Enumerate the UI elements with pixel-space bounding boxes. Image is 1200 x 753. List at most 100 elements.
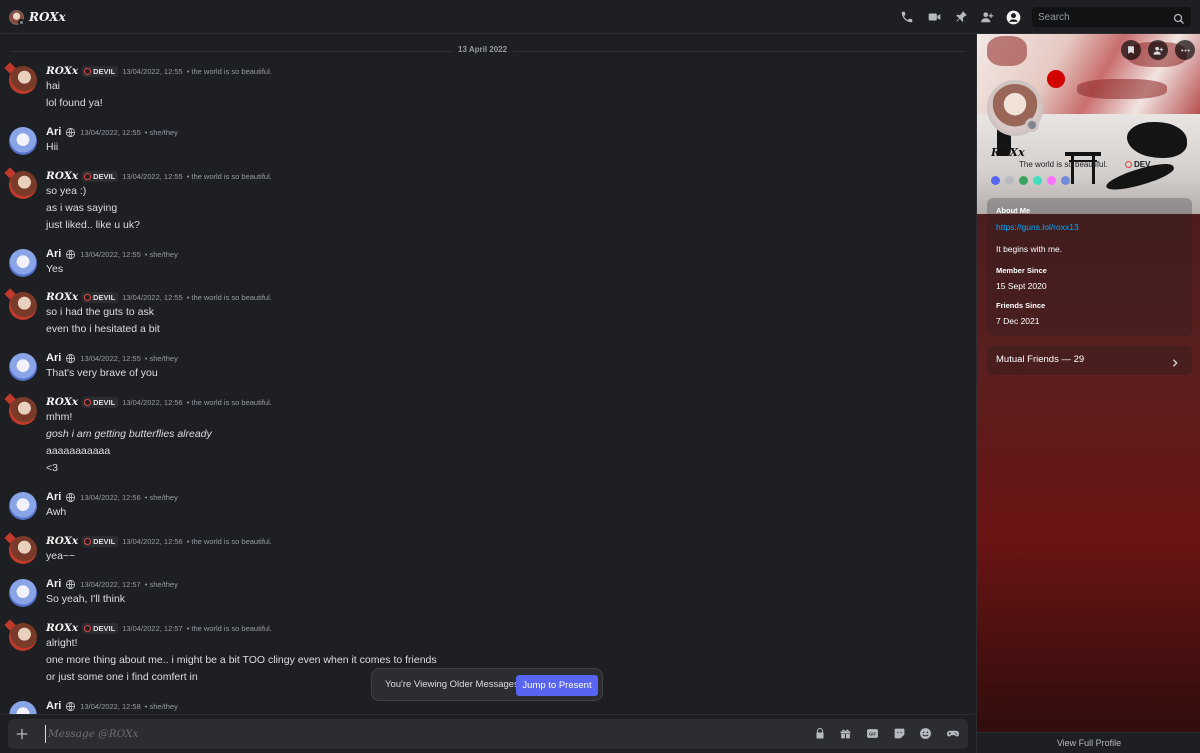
about-me-link[interactable]: https://guns.lol/roxx13 (996, 222, 1079, 232)
tag-icon (1125, 161, 1132, 168)
boost-badge-icon[interactable] (1047, 176, 1056, 185)
avatar[interactable] (9, 249, 37, 277)
more-options-icon[interactable] (1175, 40, 1195, 60)
username[interactable]: Ari (46, 352, 61, 364)
globe-icon (65, 701, 76, 712)
timestamp: 13/04/2022, 12:56 (122, 397, 183, 407)
message-input[interactable] (45, 725, 605, 743)
timestamp: 13/04/2022, 12:57 (80, 579, 141, 589)
svg-text:GIF: GIF (869, 731, 877, 736)
view-full-profile-link[interactable]: View Full Profile (977, 732, 1200, 753)
username[interactable]: ROXx (46, 535, 78, 547)
avatar[interactable] (9, 492, 37, 520)
nitro-badge-icon[interactable] (991, 176, 1000, 185)
user-status-note: • she/they (144, 127, 178, 137)
date-divider: 13 April 2022 (452, 45, 514, 54)
jump-to-present-button[interactable]: Jump to Present (516, 675, 598, 696)
profile-server-tag[interactable]: DEV (1125, 160, 1150, 169)
server-tag[interactable]: DEVIL (82, 622, 119, 634)
username[interactable]: ROXx (46, 291, 78, 303)
timestamp: 13/04/2022, 12:55 (122, 171, 183, 181)
profile-username: ROXx (991, 146, 1025, 159)
timestamp: 13/04/2022, 12:56 (80, 492, 141, 502)
server-tag[interactable]: DEVIL (82, 291, 119, 303)
profile-badges (991, 176, 1070, 185)
search-input[interactable] (1032, 7, 1168, 27)
add-friends-icon[interactable] (979, 9, 995, 25)
timestamp: 13/04/2022, 12:55 (80, 249, 141, 259)
search-box[interactable] (1032, 7, 1191, 27)
username[interactable]: ROXx (46, 170, 78, 182)
gif-icon[interactable]: GIF (865, 726, 880, 741)
server-tag[interactable]: DEVIL (82, 65, 119, 77)
video-call-icon[interactable] (926, 9, 942, 25)
username[interactable]: Ari (46, 248, 61, 260)
older-messages-text: You're Viewing Older Messages (385, 679, 519, 690)
username[interactable]: ROXx (46, 622, 78, 634)
about-me-text: It begins with me. (996, 244, 1063, 254)
timestamp: 13/04/2022, 12:55 (80, 353, 141, 363)
mutual-friends-label: Mutual Friends — 29 (996, 354, 1085, 365)
emoji-icon[interactable] (918, 726, 933, 741)
message-line: <3 (46, 462, 58, 474)
user-status-note: • the world is so beautiful. (186, 397, 272, 407)
avatar[interactable] (9, 353, 37, 381)
server-tag[interactable]: DEVIL (82, 170, 119, 182)
timestamp: 13/04/2022, 12:55 (80, 127, 141, 137)
username[interactable]: Ari (46, 578, 61, 590)
active-developer-badge-icon[interactable] (1019, 176, 1028, 185)
gift-icon[interactable] (838, 726, 853, 741)
hypesquad-badge-icon[interactable] (1005, 176, 1014, 185)
message-line: So yeah, I'll think (46, 593, 126, 605)
user-status-note: • she/they (144, 492, 178, 502)
avatar[interactable] (9, 127, 37, 155)
early-supporter-badge-icon[interactable] (1033, 176, 1042, 185)
friends-since-date: 7 Dec 2021 (996, 316, 1040, 326)
timestamp: 13/04/2022, 12:58 (80, 701, 141, 711)
message-line: alright! (46, 637, 78, 649)
dm-header: ROXx (0, 0, 1200, 34)
username[interactable]: Ari (46, 126, 61, 138)
mutual-friends-row[interactable]: Mutual Friends — 29 (987, 345, 1192, 375)
sticker-icon[interactable] (892, 726, 907, 741)
search-icon[interactable] (1173, 10, 1187, 24)
dm-title[interactable]: ROXx (29, 10, 66, 24)
add-note-icon[interactable] (1121, 40, 1141, 60)
tag-icon (84, 67, 92, 75)
friends-since-title: Friends Since (996, 301, 1046, 310)
message-line: so yea :) (46, 185, 87, 197)
member-since-title: Member Since (996, 266, 1047, 275)
tag-icon (84, 293, 92, 301)
message-line: lol found ya! (46, 97, 103, 109)
username[interactable]: ROXx (46, 396, 78, 408)
username[interactable]: Ari (46, 491, 61, 503)
pinned-messages-icon[interactable] (953, 9, 969, 25)
profile-status-indicator (1025, 118, 1039, 132)
tag-icon (84, 537, 92, 545)
message-line: or just some one i find comfert in (46, 671, 198, 683)
tag-icon (84, 624, 92, 632)
server-tag[interactable]: DEVIL (82, 535, 119, 547)
message-line: yea~~ (46, 550, 76, 562)
user-profile-icon[interactable] (1005, 9, 1021, 25)
globe-icon (65, 353, 76, 364)
username[interactable]: Ari (46, 700, 61, 712)
member-since-date: 15 Sept 2020 (996, 281, 1047, 291)
avatar[interactable] (9, 579, 37, 607)
chat-area: 13 April 2022 ROXx DEVIL 13/04/2022, 12:… (0, 34, 976, 714)
message-line: mhm! (46, 411, 73, 423)
tag-icon (84, 398, 92, 406)
add-attachment-icon[interactable] (15, 726, 31, 742)
globe-icon (65, 579, 76, 590)
activity-game-icon[interactable] (945, 726, 960, 741)
voice-call-icon[interactable] (899, 9, 915, 25)
timestamp: 13/04/2022, 12:56 (122, 536, 183, 546)
timestamp: 13/04/2022, 12:55 (122, 66, 183, 76)
username[interactable]: ROXx (46, 65, 78, 77)
quest-badge-icon[interactable] (1061, 176, 1070, 185)
add-friend-icon[interactable] (1148, 40, 1168, 60)
server-tag[interactable]: DEVIL (82, 396, 119, 408)
avatar[interactable] (9, 701, 37, 714)
banner-red-sun (1047, 70, 1065, 88)
lock-icon[interactable] (812, 726, 827, 741)
